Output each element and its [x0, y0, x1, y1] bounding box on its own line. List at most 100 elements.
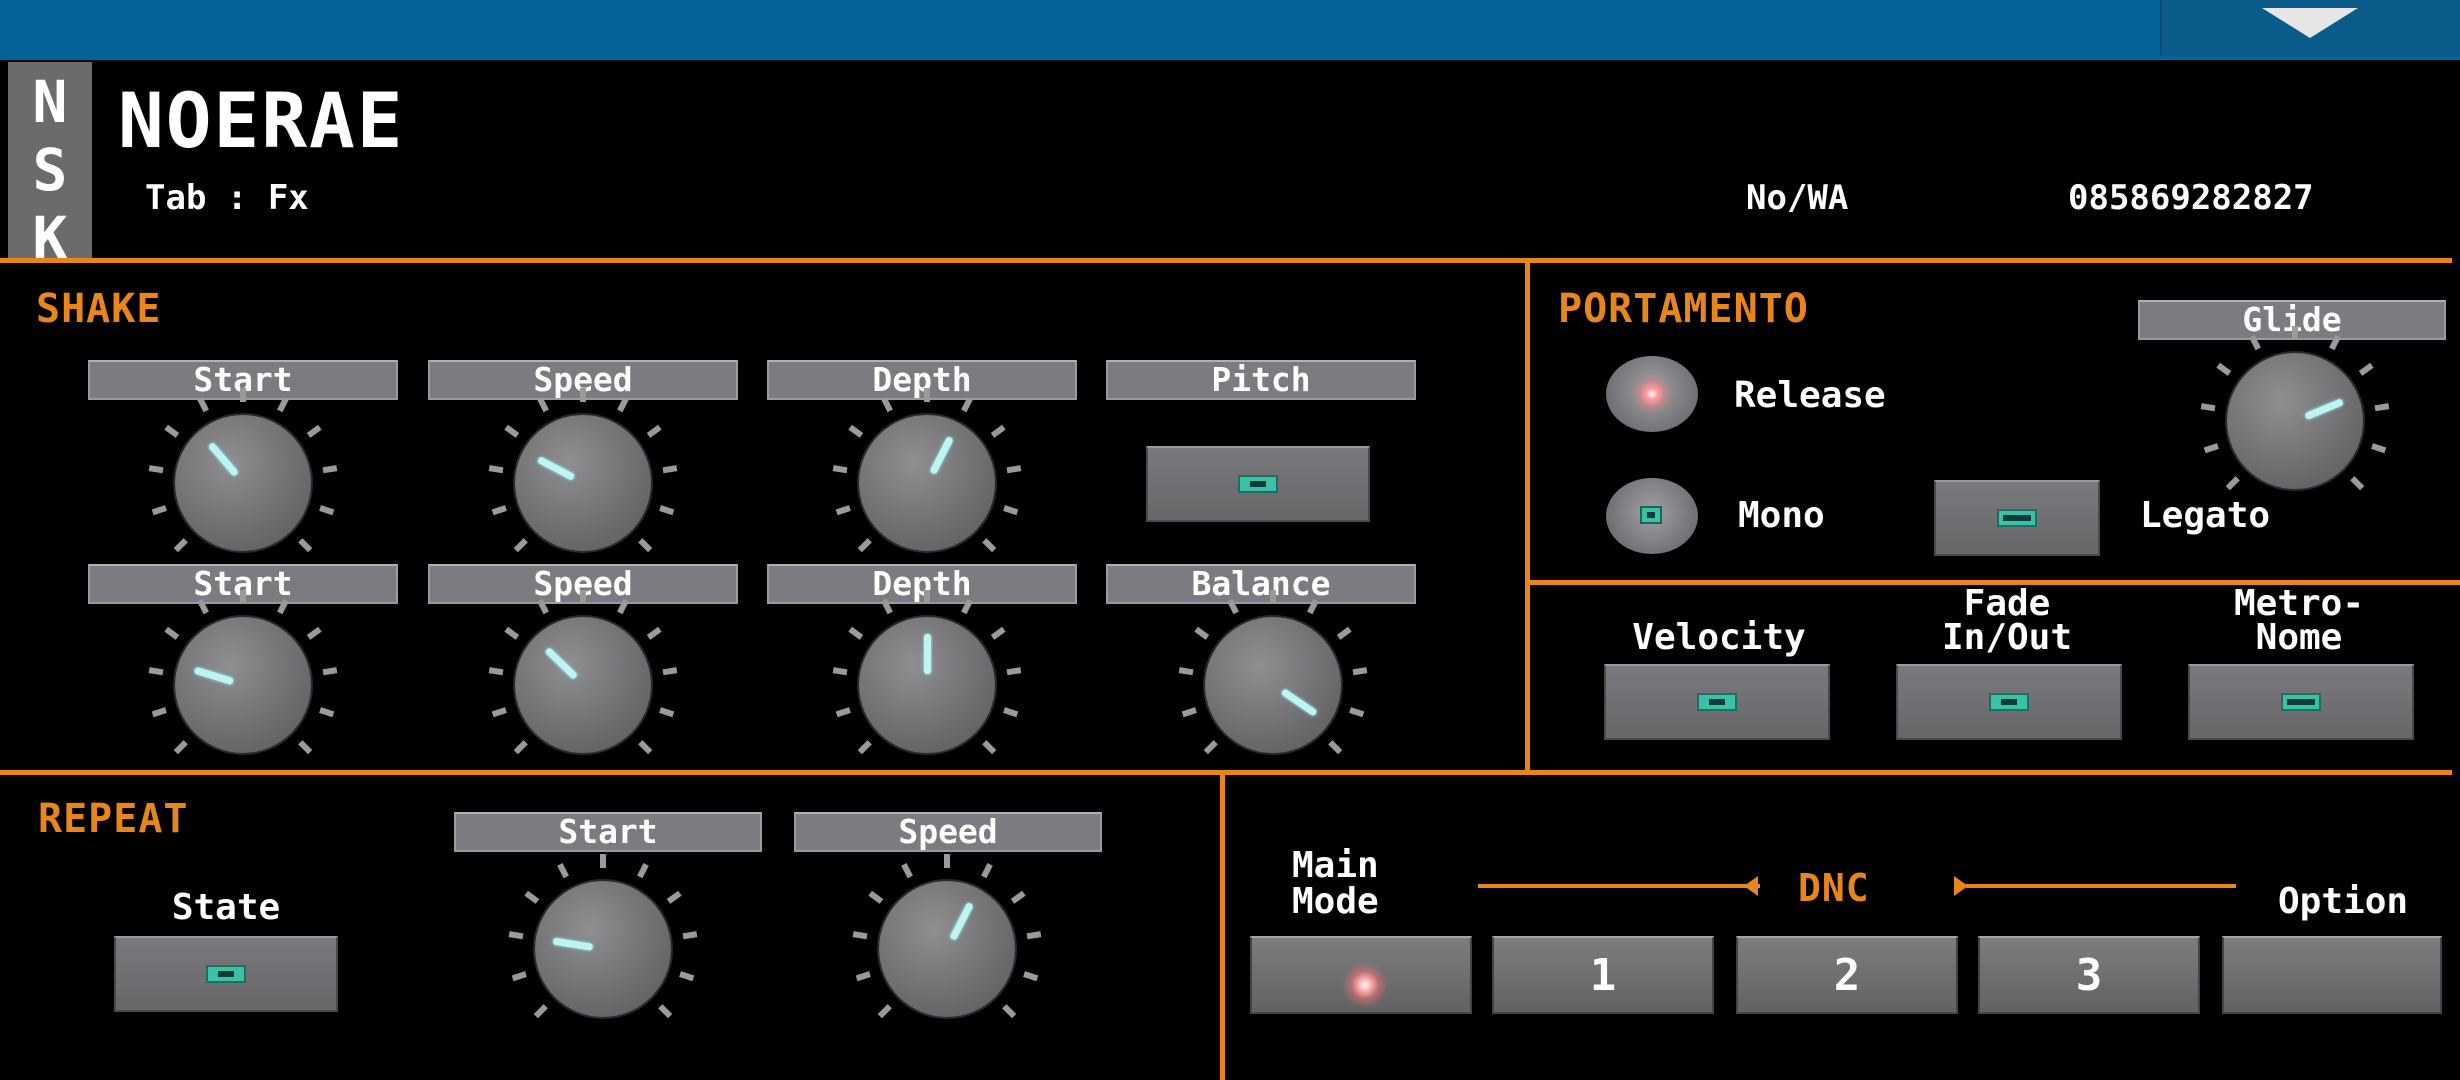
- knob-tick: [533, 1004, 548, 1019]
- knob-tick: [944, 854, 950, 868]
- led-indicator: [1697, 693, 1737, 711]
- velocity-label: Velocity: [1632, 617, 1806, 658]
- knob-tick: [1006, 667, 1022, 676]
- knob-tick: [662, 667, 678, 676]
- dropdown-button[interactable]: [2160, 0, 2460, 56]
- knob-tick: [646, 626, 662, 640]
- knob-tick: [2203, 443, 2219, 454]
- knob-tick: [240, 388, 246, 402]
- repeat-start-knob[interactable]: [508, 854, 698, 1044]
- knob-tick: [868, 890, 884, 904]
- knob-indicator: [924, 634, 931, 674]
- knob-tick: [504, 424, 520, 438]
- knob-tick: [981, 862, 993, 879]
- repeat-speed-knob[interactable]: [852, 854, 1042, 1044]
- shake-depth-knob[interactable]: [832, 388, 1022, 578]
- contact-label: No/WA: [1746, 178, 1849, 218]
- knob-tick: [508, 931, 524, 940]
- knob-tick: [306, 424, 322, 438]
- led-indicator: [1989, 693, 2029, 711]
- knob-tick: [2249, 334, 2261, 351]
- led-indicator: [206, 965, 246, 983]
- knob-tick: [848, 424, 864, 438]
- led-indicator: [1640, 506, 1662, 524]
- knob-tick: [666, 890, 682, 904]
- shake-depth2-knob[interactable]: [832, 590, 1022, 780]
- knob-tick: [164, 424, 180, 438]
- glide-knob[interactable]: [2200, 326, 2390, 516]
- legato-toggle[interactable]: [1934, 480, 2100, 556]
- knob-tick: [638, 740, 653, 755]
- shake-speed2-knob[interactable]: [488, 590, 678, 780]
- dnc-button-3[interactable]: 3: [1978, 936, 2200, 1014]
- fade-toggle[interactable]: [1896, 664, 2122, 740]
- state-label: State: [171, 887, 281, 928]
- main-mode-label: Mode: [1292, 881, 1379, 922]
- knob-tick: [646, 424, 662, 438]
- knob-face: [175, 617, 311, 753]
- knob-tick: [835, 505, 851, 516]
- logo-letter: S: [32, 136, 68, 204]
- knob-tick: [852, 931, 868, 940]
- knob-tick: [924, 388, 930, 402]
- knob-tick: [638, 538, 653, 553]
- top-bar: [0, 0, 2460, 60]
- knob-face: [2227, 353, 2363, 489]
- dnc-button-2[interactable]: 2: [1736, 936, 1958, 1014]
- knob-tick: [961, 396, 973, 413]
- knob-tick: [990, 424, 1006, 438]
- dnc-button-1[interactable]: 1: [1492, 936, 1714, 1014]
- knob-tick: [173, 538, 188, 553]
- knob-face: [1205, 617, 1341, 753]
- knob-tick: [322, 667, 338, 676]
- velocity-toggle[interactable]: [1604, 664, 1830, 740]
- knob-tick: [2374, 403, 2390, 412]
- knob-tick: [491, 707, 507, 718]
- knob-tick: [682, 931, 698, 940]
- knob-face: [175, 415, 311, 551]
- knob-tick: [524, 890, 540, 904]
- knob-tick: [298, 740, 313, 755]
- knob-tick: [679, 971, 695, 982]
- chevron-down-icon: [2262, 8, 2358, 38]
- selected-indicator: [1342, 962, 1388, 1008]
- knob-tick: [2200, 403, 2216, 412]
- repeat-speed-label: Speed: [794, 812, 1102, 852]
- release-radio[interactable]: [1606, 356, 1698, 432]
- knob-tick: [857, 538, 872, 553]
- knob-tick: [881, 396, 893, 413]
- metronome-toggle[interactable]: [2188, 664, 2414, 740]
- knob-tick: [924, 590, 930, 604]
- option-label: Option: [2278, 881, 2409, 922]
- divider: [1525, 258, 1530, 770]
- divider: [1220, 770, 1225, 1080]
- repeat-state-toggle[interactable]: [114, 936, 338, 1012]
- knob-tick: [277, 396, 289, 413]
- main-mode-button[interactable]: [1250, 936, 1472, 1014]
- pitch-toggle[interactable]: [1146, 446, 1370, 522]
- balance-knob[interactable]: [1178, 590, 1368, 780]
- knob-tick: [2292, 326, 2298, 340]
- knob-tick: [173, 740, 188, 755]
- knob-tick: [832, 465, 848, 474]
- option-button[interactable]: [2222, 936, 2442, 1014]
- knob-tick: [2225, 476, 2240, 491]
- knob-tick: [513, 538, 528, 553]
- knob-face: [515, 415, 651, 551]
- knob-tick: [1006, 465, 1022, 474]
- knob-tick: [637, 862, 649, 879]
- knob-tick: [298, 538, 313, 553]
- knob-tick: [491, 505, 507, 516]
- contact-phone: 085869282827: [2068, 178, 2314, 218]
- shake-start-knob[interactable]: [148, 388, 338, 578]
- knob-tick: [662, 465, 678, 474]
- knob-tick: [511, 971, 527, 982]
- knob-tick: [322, 465, 338, 474]
- mono-radio[interactable]: [1606, 478, 1698, 554]
- knob-tick: [2358, 362, 2374, 376]
- shake-start2-knob[interactable]: [148, 590, 338, 780]
- shake-speed-knob[interactable]: [488, 388, 678, 578]
- knob-tick: [2329, 334, 2341, 351]
- knob-tick: [1352, 667, 1368, 676]
- knob-tick: [306, 626, 322, 640]
